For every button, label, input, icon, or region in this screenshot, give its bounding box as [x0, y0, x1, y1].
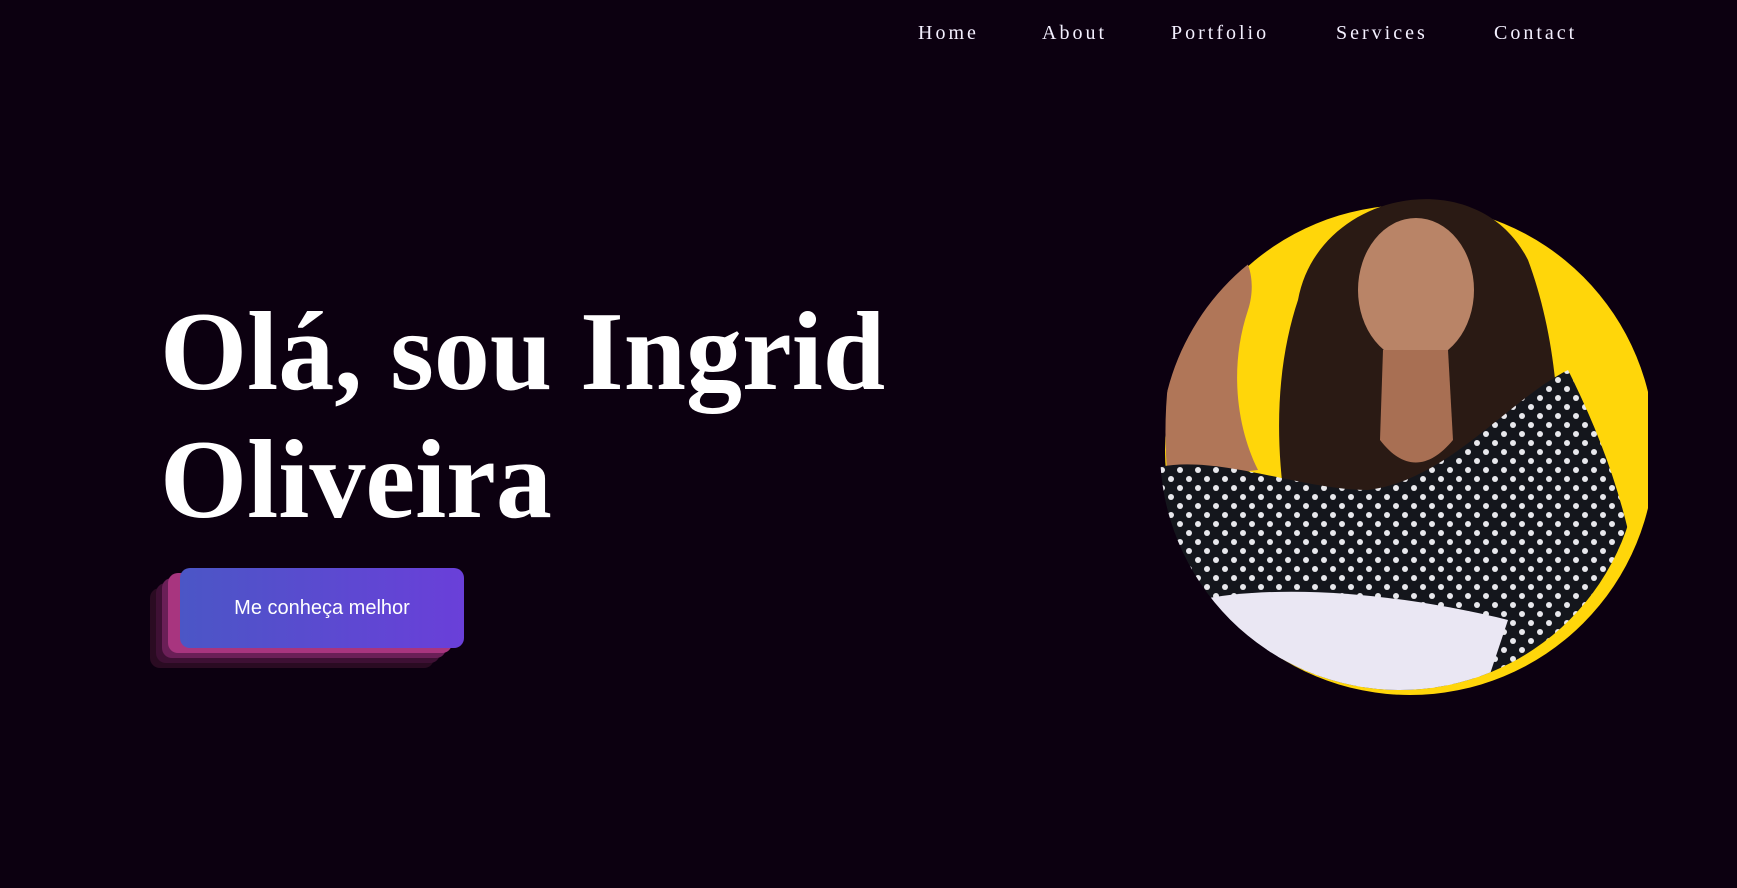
page: Home About Portfolio Services Contact Ol…	[0, 0, 1737, 888]
nav-link-services[interactable]: Services	[1336, 22, 1428, 45]
face-shape	[1358, 218, 1474, 362]
nav-link-portfolio[interactable]: Portfolio	[1171, 22, 1269, 45]
hero-title: Olá, sou Ingrid Oliveira	[160, 290, 886, 542]
cta-button-group: Me conheça melhor	[150, 568, 464, 678]
nav-link-about[interactable]: About	[1042, 22, 1107, 45]
know-me-better-button[interactable]: Me conheça melhor	[180, 568, 464, 648]
nav-link-home[interactable]: Home	[918, 22, 979, 45]
nav-link-contact[interactable]: Contact	[1494, 22, 1577, 45]
neck-shape	[1380, 350, 1453, 463]
top-navigation: Home About Portfolio Services Contact	[0, 22, 1737, 54]
profile-photo	[1160, 199, 1648, 695]
